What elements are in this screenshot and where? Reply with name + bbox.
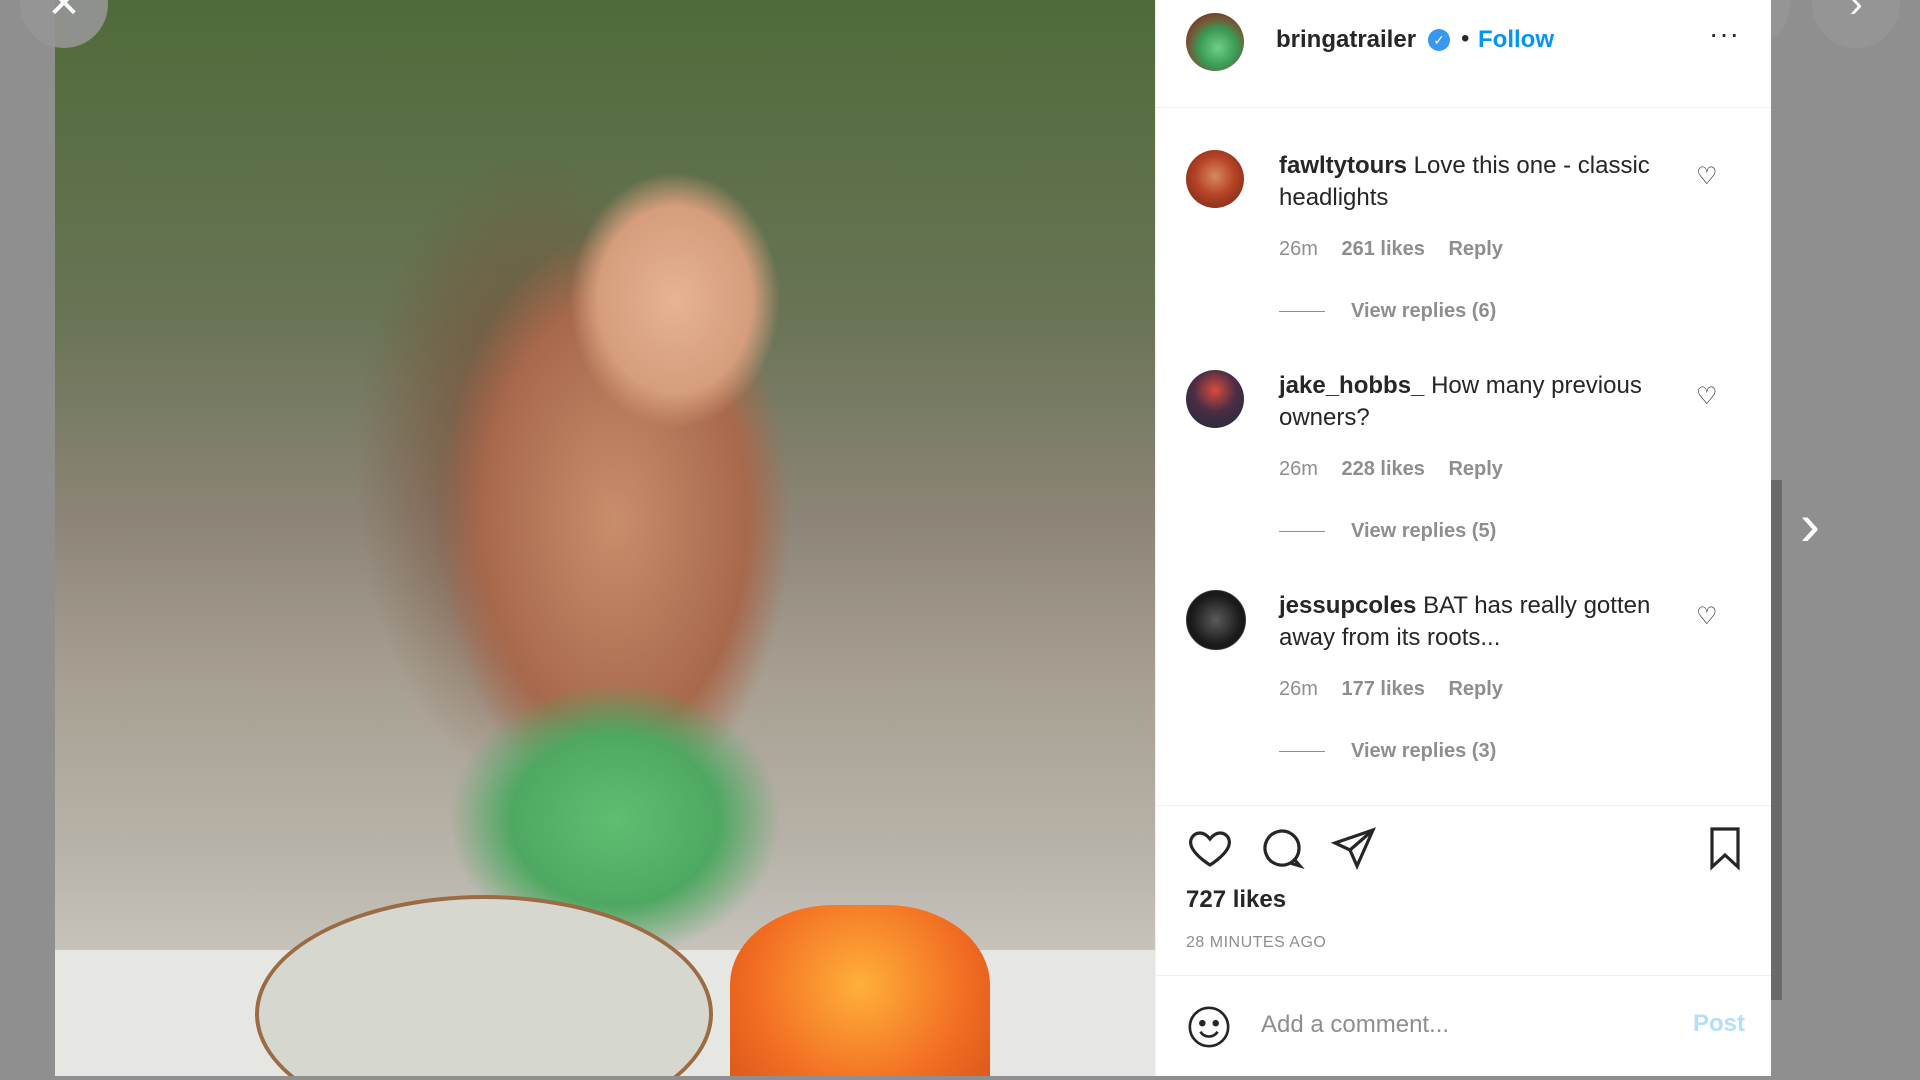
next-photo-peek — [1770, 480, 1782, 1000]
commenter-avatar[interactable] — [1186, 370, 1244, 428]
comment-username[interactable]: jake_hobbs_ — [1279, 372, 1424, 399]
photo-plate — [255, 895, 713, 1076]
comment-button[interactable] — [1258, 824, 1308, 874]
post-photo — [55, 0, 1155, 1076]
bookmark-icon — [1710, 827, 1740, 871]
post-timestamp: 28 MINUTES AGO — [1186, 934, 1327, 951]
comment-like-heart-icon[interactable]: ♡ — [1696, 602, 1718, 631]
comment-text-block: jessupcoles BAT has really gotten away f… — [1279, 590, 1689, 654]
view-replies-label: View replies (6) — [1351, 300, 1497, 322]
chevron-right-icon: › — [1849, 0, 1863, 26]
view-replies-button[interactable]: View replies (3) — [1279, 740, 1496, 763]
comment-reply-button[interactable]: Reply — [1448, 238, 1502, 260]
author-username[interactable]: bringatrailer — [1276, 26, 1416, 54]
post-more-button[interactable]: ··· — [1709, 18, 1740, 50]
view-replies-button[interactable]: View replies (6) — [1279, 300, 1496, 323]
comment-meta: 26m 177 likes Reply — [1279, 678, 1521, 701]
close-icon: ✕ — [47, 0, 81, 26]
post-comment-button[interactable]: Post — [1693, 1010, 1745, 1038]
commenter-avatar[interactable] — [1186, 590, 1246, 650]
comment-text-block: fawltytours Love this one - classic head… — [1279, 150, 1689, 214]
comment-reply-button[interactable]: Reply — [1448, 678, 1502, 700]
view-replies-button[interactable]: View replies (5) — [1279, 520, 1496, 543]
comment-time: 26m — [1279, 458, 1318, 480]
comment-meta: 26m 261 likes Reply — [1279, 238, 1521, 261]
replies-divider — [1279, 531, 1325, 533]
author-avatar[interactable] — [1186, 13, 1244, 71]
follow-button[interactable]: Follow — [1478, 26, 1554, 54]
comment-like-heart-icon[interactable]: ♡ — [1696, 162, 1718, 191]
separator-dot: • — [1461, 25, 1470, 52]
commenter-avatar[interactable] — [1186, 150, 1244, 208]
replies-divider — [1279, 751, 1325, 753]
next-post-button[interactable]: › — [1812, 0, 1900, 48]
verified-badge-icon: ✓ — [1428, 29, 1450, 51]
view-replies-label: View replies (3) — [1351, 740, 1497, 762]
paper-plane-icon — [1330, 827, 1376, 870]
comment-like-heart-icon[interactable]: ♡ — [1696, 382, 1718, 411]
comment-time: 26m — [1279, 238, 1318, 260]
replies-divider — [1279, 311, 1325, 313]
share-button[interactable] — [1330, 824, 1380, 874]
photo-drink — [730, 905, 990, 1076]
comment-text-block: jake_hobbs_ How many previous owners? — [1279, 370, 1689, 434]
save-button[interactable] — [1701, 824, 1751, 874]
comment-reply-button[interactable]: Reply — [1448, 458, 1502, 480]
add-comment-input[interactable] — [1261, 1004, 1661, 1046]
post-side-panel: bringatrailer ✓ • Follow ··· fawltytours… — [1155, 0, 1771, 1076]
comment-likes[interactable]: 261 likes — [1341, 238, 1424, 260]
post-actions: 727 likes 28 MINUTES AGO — [1156, 805, 1771, 976]
like-button[interactable] — [1186, 824, 1236, 874]
next-photo-arrow[interactable]: › — [1800, 490, 1820, 559]
heart-icon — [1189, 831, 1231, 867]
view-replies-label: View replies (5) — [1351, 520, 1497, 542]
post-header: bringatrailer ✓ • Follow ··· — [1156, 0, 1771, 108]
comment-username[interactable]: jessupcoles — [1279, 592, 1416, 619]
add-comment-bar: Post — [1156, 975, 1771, 1077]
comment-likes[interactable]: 177 likes — [1341, 678, 1424, 700]
comment-likes[interactable]: 228 likes — [1341, 458, 1424, 480]
chevron-right-icon: › — [1800, 491, 1820, 558]
emoji-icon — [1188, 1006, 1230, 1048]
comment-icon — [1263, 829, 1305, 870]
comment-meta: 26m 228 likes Reply — [1279, 458, 1521, 481]
post-likes-count[interactable]: 727 likes — [1186, 886, 1286, 914]
emoji-button[interactable] — [1186, 1004, 1232, 1050]
comment-time: 26m — [1279, 678, 1318, 700]
comment-username[interactable]: fawltytours — [1279, 152, 1407, 179]
